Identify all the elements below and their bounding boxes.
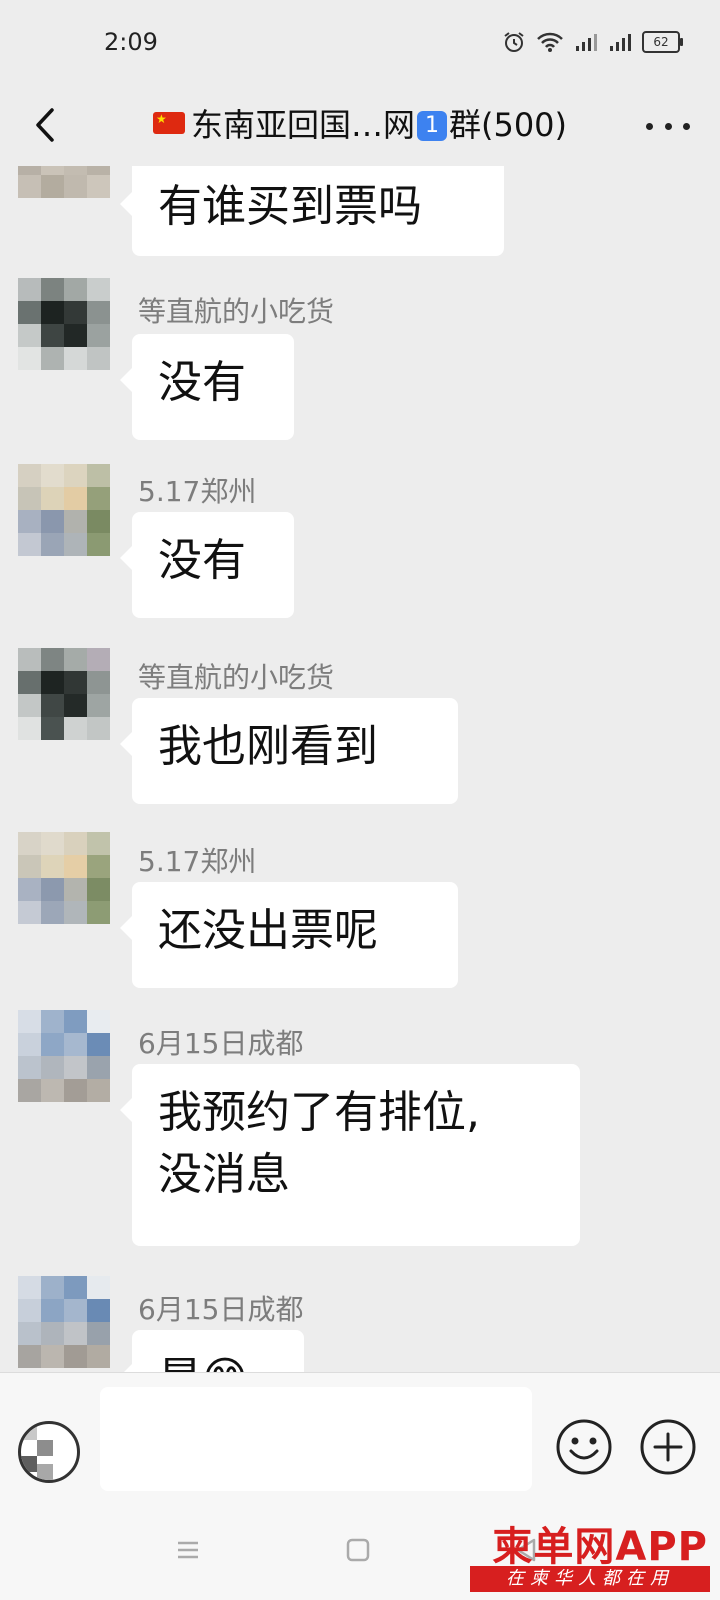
message-bubble[interactable]: 没有: [120, 334, 294, 440]
alarm-icon: [504, 32, 524, 52]
square-icon: [346, 1538, 370, 1562]
avatar[interactable]: [18, 1010, 110, 1102]
avatar[interactable]: [18, 166, 110, 198]
signal-icon-2: [610, 34, 631, 51]
message-bubble[interactable]: 是😊: [120, 1330, 304, 1372]
sender-name: 等直航的小吃货: [138, 661, 335, 694]
dot-icon: [683, 122, 690, 130]
menu-icon: [178, 1541, 198, 1559]
sender-name: 5.17郑州: [138, 845, 257, 878]
chat-title-part1: 东南亚回国…网: [190, 106, 415, 144]
watermark-sub-text: 在柬华人都在用: [470, 1566, 710, 1592]
avatar[interactable]: [18, 278, 110, 370]
add-button[interactable]: [638, 1417, 698, 1477]
number-badge: 1: [416, 111, 447, 141]
chat-header: 东南亚回国…网1群(500): [0, 88, 720, 166]
message-line: 没消息: [158, 1149, 290, 1200]
message-bubble[interactable]: 没有: [120, 512, 294, 618]
message-bubble[interactable]: 有谁买到票吗: [120, 166, 504, 256]
sender-name: 5.17郑州: [138, 475, 257, 508]
china-flag-icon: [152, 112, 185, 134]
dot-icon: [646, 122, 653, 130]
menu-nav-button[interactable]: [174, 1536, 202, 1568]
message-line: 我预约了有排位,: [158, 1087, 480, 1138]
plus-circle-icon: [640, 1419, 696, 1475]
more-options-button[interactable]: [646, 116, 690, 136]
dot-icon: [664, 122, 672, 130]
avatar[interactable]: [18, 464, 110, 556]
emoji-button[interactable]: [554, 1417, 614, 1477]
sender-name: 等直航的小吃货: [138, 295, 335, 328]
avatar[interactable]: [18, 648, 110, 740]
home-nav-button[interactable]: [344, 1536, 372, 1568]
sender-name: 6月15日成都: [138, 1027, 304, 1060]
chat-title: 东南亚回国…网1群(500): [0, 100, 720, 146]
watermark-logo: 柬单网APP 在柬华人都在用: [466, 1514, 716, 1596]
watermark-main-text: 柬单网APP: [492, 1524, 708, 1570]
message-bubble[interactable]: 我预约了有排位, 没消息: [120, 1064, 580, 1246]
avatar[interactable]: [18, 1276, 110, 1368]
wifi-icon: [537, 32, 563, 52]
status-icons: 62: [502, 30, 683, 54]
input-bar: [0, 1372, 720, 1505]
signal-icon-1: [576, 34, 597, 51]
status-time: 2:09: [104, 28, 158, 56]
voice-button[interactable]: [18, 1421, 80, 1483]
smiley-icon: [556, 1419, 612, 1475]
avatar[interactable]: [18, 832, 110, 924]
message-bubble[interactable]: 还没出票呢: [120, 882, 458, 988]
chat-title-part2: 群(500): [448, 106, 568, 144]
message-list[interactable]: 有谁买到票吗 等直航的小吃货 没有 5.17郑州 没有 等直航的小吃货 我也刚看…: [0, 166, 720, 1372]
message-bubble[interactable]: 我也刚看到: [120, 698, 458, 804]
battery-icon: 62: [642, 31, 683, 53]
status-bar: 2:09 62: [0, 0, 720, 88]
message-input[interactable]: [100, 1387, 532, 1491]
sender-name: 6月15日成都: [138, 1293, 304, 1326]
